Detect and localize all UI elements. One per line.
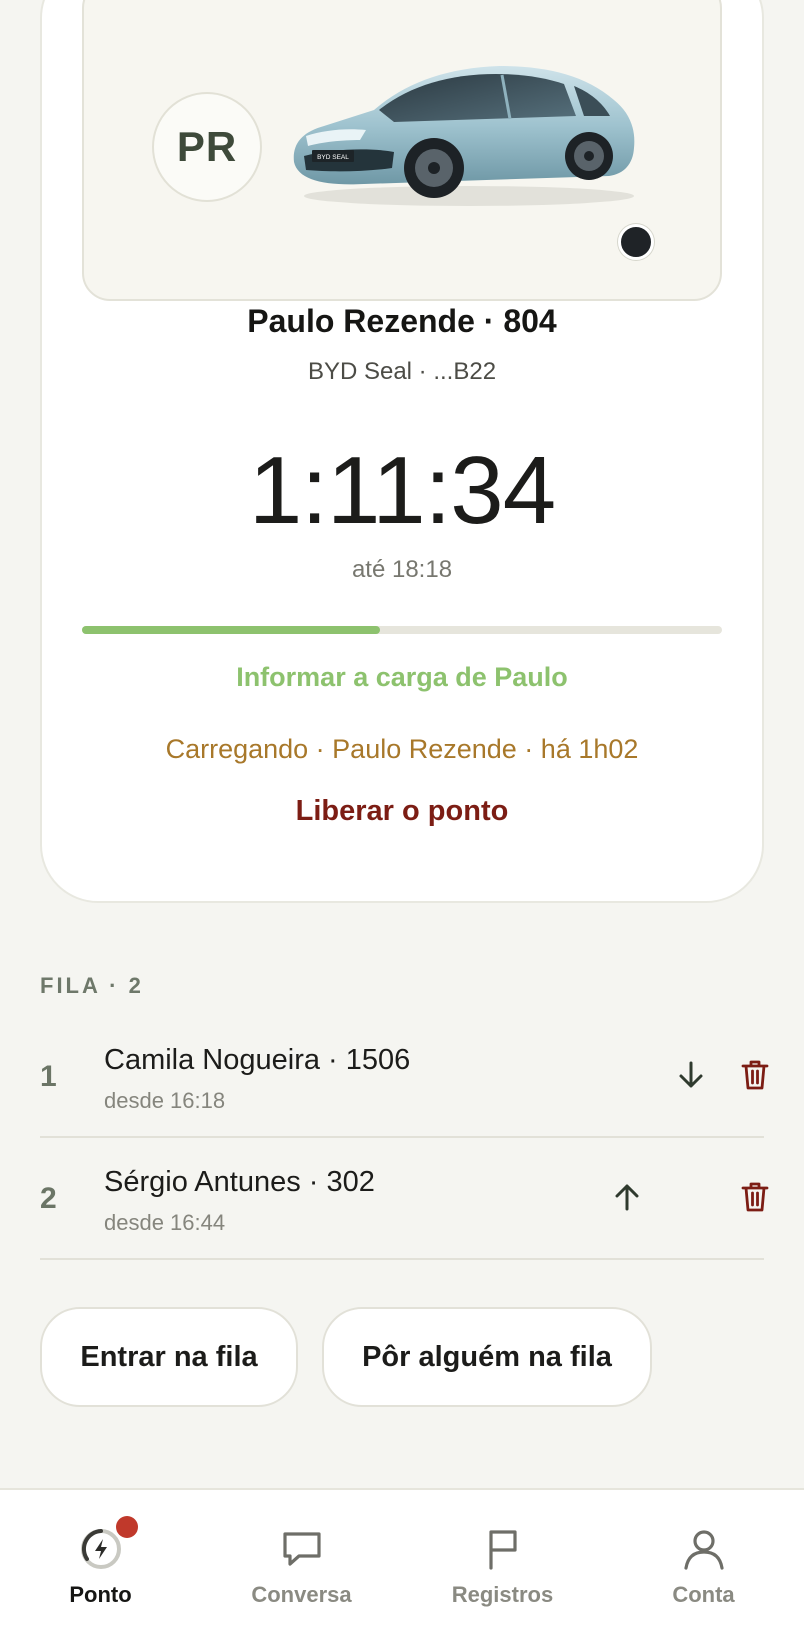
queue-title: FILA · 2 xyxy=(40,973,144,998)
queue-person-name: Camila Nogueira · 1506 xyxy=(104,1044,411,1076)
nav-item-conta[interactable]: Conta xyxy=(603,1490,804,1640)
arrow-up-icon xyxy=(615,1184,639,1211)
trash-icon xyxy=(741,1060,769,1090)
queue-row: 1 Camila Nogueira · 1506 desde 16:18 xyxy=(40,1016,769,1138)
queue-position: 2 xyxy=(40,1182,57,1215)
car-model: BYD Seal · ...B22 xyxy=(307,358,497,385)
car-image: BYD SEAL xyxy=(293,66,635,206)
nav-item-registros[interactable]: Registros xyxy=(402,1490,603,1640)
report-charge-link[interactable]: Informar a carga de Paulo xyxy=(0,662,804,693)
flag-icon xyxy=(489,1530,517,1570)
user-icon xyxy=(684,1530,724,1570)
nav-label: Conversa xyxy=(251,1582,352,1607)
chat-icon xyxy=(283,1532,321,1566)
nav-label: Registros xyxy=(451,1582,554,1607)
join-queue-button[interactable]: Entrar na fila xyxy=(40,1307,298,1407)
end-time: até 18:18 xyxy=(351,556,453,583)
queue-row: 2 Sérgio Antunes · 302 desde 16:44 xyxy=(40,1138,769,1260)
move-down-button[interactable] xyxy=(666,1050,716,1100)
remove-from-queue-button[interactable] xyxy=(730,1050,780,1100)
avatar: PR xyxy=(152,92,262,202)
queue-since: desde 16:18 xyxy=(104,1088,226,1113)
move-up-button[interactable] xyxy=(602,1172,652,1222)
release-spot-link[interactable]: Liberar o ponto xyxy=(0,795,804,828)
bottom-navigation: Ponto Conversa Registros Conta xyxy=(0,1488,804,1640)
nav-item-ponto[interactable]: Ponto xyxy=(0,1490,201,1640)
charging-progress-bar xyxy=(82,626,722,634)
charging-timer: 1:11:34 xyxy=(248,437,556,544)
nav-label: Ponto xyxy=(69,1582,132,1607)
notification-badge xyxy=(116,1516,138,1538)
add-someone-to-queue-button[interactable]: Pôr alguém na fila xyxy=(322,1307,652,1407)
car-color-swatch xyxy=(618,224,654,260)
trash-icon xyxy=(741,1182,769,1212)
avatar-initials: PR xyxy=(176,123,238,170)
queue-since: desde 16:44 xyxy=(104,1210,226,1235)
queue-position: 1 xyxy=(40,1060,57,1093)
nav-label: Conta xyxy=(672,1582,735,1607)
arrow-down-icon xyxy=(679,1061,703,1088)
remove-from-queue-button[interactable] xyxy=(730,1172,780,1222)
queue-person-name: Sérgio Antunes · 302 xyxy=(104,1166,375,1198)
charging-progress-fill xyxy=(82,626,380,634)
nav-item-conversa[interactable]: Conversa xyxy=(201,1490,402,1640)
driver-name: Paulo Rezende · 804 xyxy=(247,303,557,339)
plate-text: BYD SEAL xyxy=(317,154,349,161)
vehicle-panel: PR BYD SEAL xyxy=(82,0,722,301)
status-text: Carregando · Paulo Rezende · há 1h02 xyxy=(165,734,639,764)
